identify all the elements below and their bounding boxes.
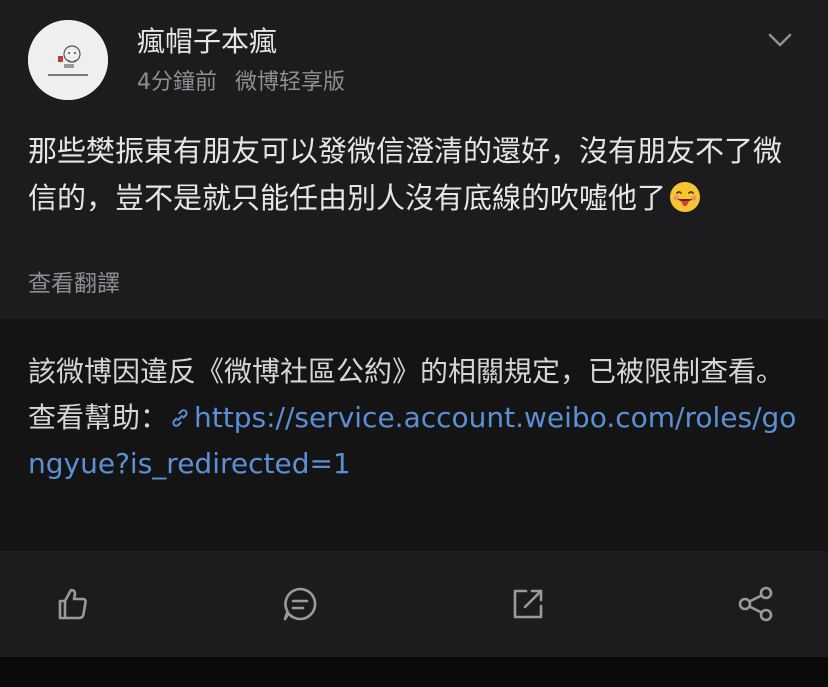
- comment-icon[interactable]: [280, 584, 320, 624]
- like-icon[interactable]: [52, 584, 92, 624]
- post-time: 4分鐘前: [137, 70, 217, 95]
- translate-button[interactable]: 查看翻譯: [28, 268, 120, 300]
- tongue-face-emoji-icon: [668, 180, 702, 214]
- post-meta: 4分鐘前 微博轻享版: [137, 68, 345, 98]
- link-icon: [168, 398, 192, 427]
- action-bar: [0, 551, 828, 657]
- bottom-divider: [0, 657, 828, 687]
- notice-body: 該微博因違反《微博社區公約》的相關規定，已被限制查看。查看幫助： https:/…: [28, 349, 804, 487]
- post-body: 那些樊振東有朋友可以發微信澄清的還好，沒有朋友不了微信的，豈不是就只能任由別人沒…: [28, 128, 804, 222]
- post-source[interactable]: 微博轻享版: [235, 70, 345, 95]
- share-icon[interactable]: [736, 584, 776, 624]
- repost-icon[interactable]: [508, 584, 548, 624]
- restriction-notice: 該微博因違反《微博社區公約》的相關規定，已被限制查看。查看幫助： https:/…: [0, 319, 828, 551]
- weibo-post-page: 瘋帽子本瘋 4分鐘前 微博轻享版 那些樊振東有朋友可以發微信澄清的還好，沒有朋友不…: [0, 0, 828, 687]
- chevron-down-icon[interactable]: [764, 26, 796, 54]
- avatar[interactable]: [28, 20, 108, 100]
- username[interactable]: 瘋帽子本瘋: [137, 24, 277, 60]
